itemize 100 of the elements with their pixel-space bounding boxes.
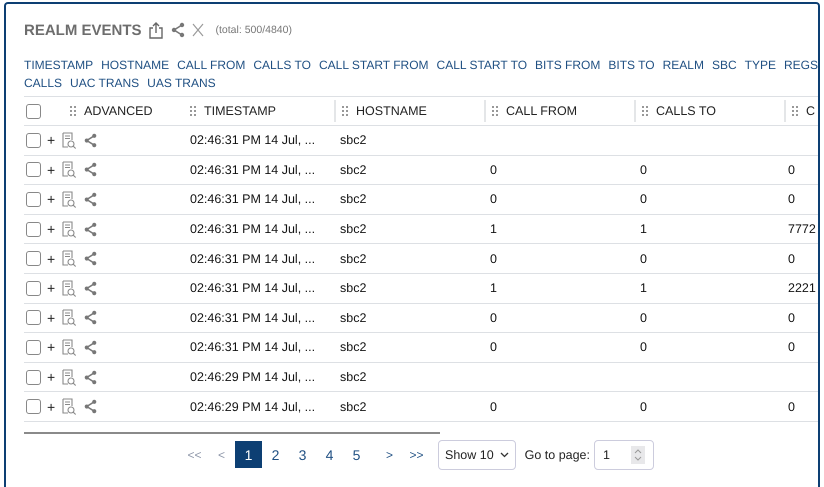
column-toggle[interactable]: CALLS TO	[253, 58, 311, 72]
column-toggle[interactable]: BITS FROM	[535, 58, 600, 72]
column-toggle[interactable]: CALL START TO	[436, 58, 528, 72]
table-cell-text: 0	[639, 162, 648, 177]
row-checkbox[interactable]	[26, 162, 41, 178]
drag-handle-icon[interactable]	[342, 106, 348, 116]
column-toggle[interactable]: UAS TRANS	[147, 76, 216, 90]
row-checkbox[interactable]	[26, 399, 41, 414]
column-header[interactable]: ADVANCED	[84, 104, 153, 118]
last-page-button[interactable]: >>	[403, 441, 430, 468]
drag-handle-icon[interactable]	[70, 106, 76, 116]
page-button[interactable]: 5	[343, 441, 370, 468]
table-cell-text: 0	[639, 192, 648, 206]
row-checkbox[interactable]	[26, 132, 41, 148]
drag-handle-icon[interactable]	[190, 106, 196, 116]
share-icon[interactable]	[83, 310, 98, 326]
table-cell-text: 0	[639, 400, 648, 414]
expand-toggle[interactable]: +	[47, 369, 56, 386]
document-search-icon[interactable]	[61, 398, 78, 416]
page-button[interactable]: 1	[235, 441, 262, 468]
column-header[interactable]: CALLS TO	[656, 104, 716, 118]
column-toggle[interactable]: TIMESTAMP	[24, 58, 94, 72]
share-icon[interactable]	[83, 222, 98, 237]
table-cell-text: 0	[787, 252, 796, 266]
column-header[interactable]: C	[806, 104, 816, 118]
share-icon[interactable]	[83, 192, 98, 207]
page-number-field[interactable]: 1	[594, 440, 654, 470]
table-cell-text: 02:46:31 PM 14 Jul, ...	[189, 192, 316, 206]
document-search-icon[interactable]	[61, 280, 78, 297]
page-button[interactable]: 4	[316, 441, 343, 468]
document-search-icon[interactable]	[61, 309, 78, 326]
select-all-checkbox[interactable]	[26, 104, 41, 118]
column-toggle[interactable]: REGS	[784, 58, 818, 72]
column-header[interactable]: TIMESTAMP	[204, 104, 276, 118]
expand-toggle[interactable]: +	[47, 310, 56, 326]
table-cell-text: 1	[639, 222, 648, 236]
expand-toggle[interactable]: +	[47, 191, 56, 208]
share-icon[interactable]	[83, 251, 98, 266]
share-icon[interactable]	[170, 22, 186, 38]
row-checkbox[interactable]	[26, 370, 41, 385]
row-checkbox[interactable]	[26, 251, 41, 266]
document-search-icon[interactable]	[61, 338, 78, 356]
table-cell-text: 0	[787, 310, 796, 325]
expand-toggle[interactable]: +	[47, 132, 56, 148]
row-checkbox[interactable]	[26, 222, 41, 237]
expand-toggle[interactable]: +	[47, 250, 56, 267]
table-cell-text: sbc2	[339, 192, 368, 206]
table-cell-text: sbc2	[339, 252, 368, 266]
close-icon[interactable]	[192, 23, 204, 37]
expand-toggle[interactable]: +	[47, 162, 56, 178]
column-toggle[interactable]: CALL START FROM	[318, 58, 429, 72]
table-cell-text: 1	[639, 281, 648, 296]
table-cell-text: 0	[787, 162, 796, 177]
table-cell-text: 02:46:31 PM 14 Jul, ...	[189, 222, 316, 236]
share-icon[interactable]	[83, 340, 98, 355]
share-icon[interactable]	[83, 162, 98, 178]
share-icon[interactable]	[83, 280, 98, 296]
document-search-icon[interactable]	[61, 368, 78, 386]
column-header[interactable]: CALL FROM	[506, 104, 578, 118]
table-cell-text: 0	[787, 400, 796, 414]
column-toggle[interactable]: SBC	[712, 58, 737, 72]
share-icon[interactable]	[83, 132, 98, 148]
document-search-icon[interactable]	[61, 132, 78, 149]
table-cell-text: 02:46:29 PM 14 Jul, ...	[189, 400, 316, 414]
page-size-select[interactable]: Show 10	[438, 440, 516, 470]
table-cell-text: 02:46:31 PM 14 Jul, ...	[189, 281, 316, 296]
drag-handle-icon[interactable]	[492, 106, 498, 116]
column-header[interactable]: HOSTNAME	[356, 104, 427, 118]
horizontal-scrollbar[interactable]	[24, 432, 440, 434]
column-toggle[interactable]: HOSTNAME	[101, 58, 170, 72]
row-checkbox[interactable]	[26, 340, 41, 355]
column-toggle[interactable]: UAC TRANS	[70, 76, 140, 90]
export-icon[interactable]	[148, 21, 164, 39]
page-button[interactable]: 3	[289, 441, 316, 468]
column-toggle[interactable]: TYPE	[744, 58, 776, 72]
chevron-down-icon	[500, 452, 509, 458]
column-toggle[interactable]: BITS TO	[608, 58, 655, 72]
column-toggle[interactable]: REALM	[662, 58, 704, 72]
next-page-button[interactable]: >	[376, 441, 403, 468]
share-icon[interactable]	[83, 370, 98, 385]
expand-toggle[interactable]: +	[47, 339, 56, 356]
column-toggle[interactable]: CALL FROM	[177, 58, 246, 72]
column-toggle[interactable]: CALLS	[24, 76, 62, 90]
drag-handle-icon[interactable]	[642, 106, 648, 116]
table-cell-text: 0	[489, 310, 498, 325]
spinner-icon[interactable]	[630, 446, 645, 464]
expand-toggle[interactable]: +	[47, 221, 56, 238]
expand-toggle[interactable]: +	[47, 280, 56, 296]
expand-toggle[interactable]: +	[47, 398, 56, 415]
row-checkbox[interactable]	[26, 280, 41, 296]
document-search-icon[interactable]	[61, 220, 78, 238]
table-cell-text: 02:46:31 PM 14 Jul, ...	[189, 133, 316, 148]
document-search-icon[interactable]	[61, 161, 78, 178]
share-icon[interactable]	[83, 399, 98, 414]
page-button[interactable]: 2	[262, 441, 289, 468]
row-checkbox[interactable]	[26, 310, 41, 326]
document-search-icon[interactable]	[61, 250, 78, 268]
document-search-icon[interactable]	[61, 190, 78, 208]
drag-handle-icon[interactable]	[792, 106, 798, 116]
row-checkbox[interactable]	[26, 192, 41, 207]
